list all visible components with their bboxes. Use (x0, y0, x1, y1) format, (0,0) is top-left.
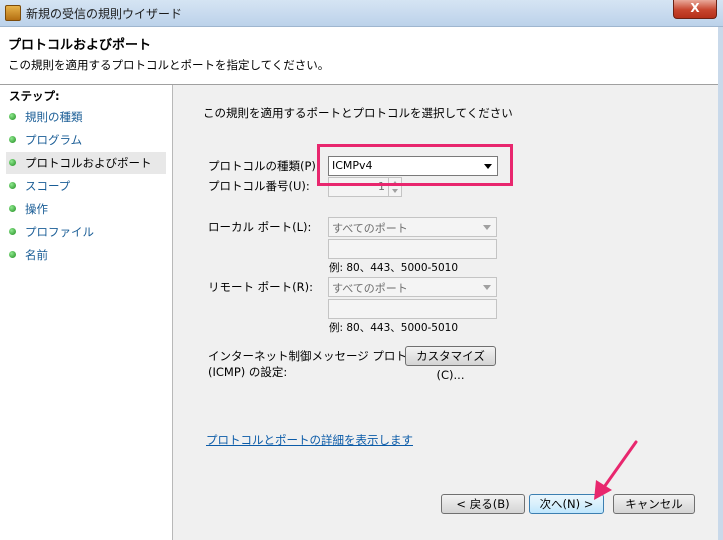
local-port-input[interactable] (328, 239, 497, 259)
window-titlebar: 新規の受信の規則ウイザード X (0, 0, 723, 27)
firewall-icon (5, 5, 21, 21)
remote-port-input[interactable] (328, 299, 497, 319)
step-label: プログラム (25, 133, 83, 147)
step-action[interactable]: 操作 (6, 198, 166, 220)
local-port-label: ローカル ポート(L): (208, 220, 312, 234)
step-label: 規則の種類 (25, 110, 83, 124)
page-title: プロトコルおよびポート (8, 38, 152, 53)
step-scope[interactable]: スコープ (6, 175, 166, 197)
chevron-down-icon (483, 225, 491, 230)
step-label: スコープ (25, 179, 71, 193)
step-program[interactable]: プログラム (6, 129, 166, 151)
chevron-down-icon (483, 285, 491, 290)
protocol-type-label: プロトコルの種類(P): (208, 159, 320, 173)
step-bullet-icon (9, 136, 16, 143)
step-bullet-icon (9, 228, 16, 235)
icmp-settings-label: インターネット制御メッセージ プロトコル (ICMP) の設定: (208, 348, 430, 380)
step-label: プロファイル (25, 225, 94, 239)
close-button[interactable]: X (673, 0, 717, 19)
step-label: 操作 (25, 202, 48, 216)
protocol-port-details-link[interactable]: プロトコルとポートの詳細を表示します (206, 432, 413, 448)
back-button[interactable]: < 戻る(B) (441, 494, 525, 514)
window-title: 新規の受信の規則ウイザード (26, 7, 183, 21)
page-description: この規則を適用するプロトコルとポートを指定してください。 (8, 58, 330, 72)
pointer-arrow-icon (594, 440, 638, 500)
step-bullet-icon (9, 159, 16, 166)
highlight-annotation (317, 144, 513, 186)
icmp-label-line2: (ICMP) の設定: (208, 365, 288, 379)
local-port-example: 例: 80、443、5000-5010 (329, 262, 459, 274)
step-profile[interactable]: プロファイル (6, 221, 166, 243)
step-bullet-icon (9, 251, 16, 258)
step-label: 名前 (25, 248, 48, 262)
wizard-header: プロトコルおよびポート この規則を適用するプロトコルとポートを指定してください。 (0, 27, 718, 85)
remote-port-select[interactable]: すべてのポート (328, 277, 497, 297)
step-label: プロトコルおよびポート (25, 156, 152, 170)
local-port-value: すべてのポート (332, 222, 408, 235)
steps-sidebar: ステップ: 規則の種類 プログラム プロトコルおよびポート スコープ 操作 プロ… (0, 85, 173, 540)
step-rule-type[interactable]: 規則の種類 (6, 106, 166, 128)
step-bullet-icon (9, 182, 16, 189)
step-name[interactable]: 名前 (6, 244, 166, 266)
remote-port-value: すべてのポート (332, 282, 408, 295)
remote-port-label: リモート ポート(R): (208, 280, 313, 294)
local-port-select[interactable]: すべてのポート (328, 217, 497, 237)
customize-button[interactable]: カスタマイズ(C)... (405, 346, 496, 382)
step-bullet-icon (9, 113, 16, 120)
step-protocol-and-ports[interactable]: プロトコルおよびポート (6, 152, 166, 174)
protocol-number-label: プロトコル番号(U): (208, 179, 310, 193)
step-bullet-icon (9, 205, 16, 212)
instruction-text: この規則を適用するポートとプロトコルを選択してください (203, 106, 513, 120)
remote-port-example: 例: 80、443、5000-5010 (329, 322, 459, 334)
chevron-down-icon (392, 189, 398, 193)
steps-heading: ステップ: (9, 89, 60, 103)
icmp-label-line1: インターネット制御メッセージ プロトコル (208, 349, 430, 363)
